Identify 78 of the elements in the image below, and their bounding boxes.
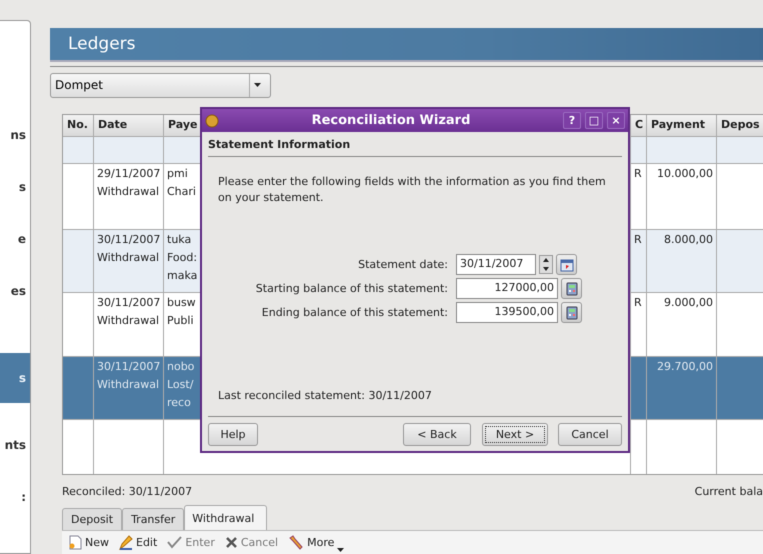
dialog-button[interactable]: Cancel (558, 423, 622, 446)
column-header[interactable]: Depos (717, 114, 763, 136)
sidebar-item[interactable]: e (0, 213, 30, 265)
caret-icon (337, 548, 344, 552)
pencil-icon (119, 535, 133, 550)
dialog-button[interactable]: < Back (403, 423, 471, 446)
dropdown-arrow-icon (254, 83, 260, 88)
table-cell: Withdrawal (97, 378, 160, 391)
sidebar-item[interactable]: ns (0, 109, 30, 161)
table-cell: 29.700,00 (657, 360, 713, 373)
dialog-button[interactable]: Help (208, 423, 258, 446)
calculator-icon (564, 282, 578, 296)
calculator-button[interactable] (561, 302, 582, 323)
last-reconciled-text: Last reconciled statement: 30/11/2007 (218, 389, 433, 404)
table-cell: Withdrawal (97, 314, 160, 327)
field-label: Starting balance of this statement: (254, 282, 448, 295)
table-cell: 9.000,00 (664, 296, 713, 309)
dialog-title: Reconciliation Wizard (310, 113, 472, 128)
amount-field[interactable]: 127000,00 (456, 278, 558, 299)
toolbar-button[interactable]: More (285, 533, 348, 552)
table-cell: 30/11/2007 (97, 232, 160, 246)
table-cell: R (634, 296, 642, 309)
sidebar-item[interactable]: s (0, 161, 30, 213)
table-cell: busw (167, 296, 196, 309)
table-cell: nobo (167, 360, 194, 373)
column-header[interactable]: Date (94, 114, 164, 136)
table-cell: Lost/ (167, 378, 194, 391)
sidebar-item[interactable]: : (0, 471, 30, 523)
table-cell: Chari (167, 184, 196, 198)
toolbar-button[interactable]: New (66, 533, 112, 552)
table-cell: 10.000,00 (657, 166, 713, 180)
table-cell: 30/11/2007 (97, 296, 160, 309)
sidebar-item[interactable]: es (0, 265, 30, 317)
table-cell: R (634, 232, 642, 246)
table-cell: Food: (167, 250, 198, 264)
field-label: Ending balance of this statement: (260, 306, 448, 319)
toolbar-button[interactable]: Edit (116, 533, 160, 552)
new-document-icon (69, 535, 82, 550)
table-cell: tuka (167, 232, 192, 246)
calendar-button[interactable] (556, 254, 577, 275)
sidebar-item[interactable]: nts (0, 419, 30, 471)
amount-field[interactable]: 139500,00 (456, 302, 558, 323)
table-cell: pmi (167, 166, 188, 180)
table-cell: Publi (167, 314, 194, 327)
calendar-icon (560, 258, 574, 272)
column-header[interactable]: Payment (647, 114, 717, 136)
titlebar-button[interactable]: × (607, 112, 625, 129)
date-field[interactable]: 30/11/2007 (456, 254, 536, 275)
calculator-icon (564, 306, 578, 320)
tab[interactable]: Deposit (62, 508, 122, 530)
table-cell: Withdrawal (97, 250, 160, 264)
calculator-button[interactable] (561, 278, 582, 299)
tab[interactable]: Withdrawal (184, 505, 268, 530)
close-icon (224, 536, 238, 550)
table-cell: 29/11/2007 (97, 166, 160, 180)
account-dropdown[interactable]: Dompet (50, 72, 271, 98)
sidebar-item[interactable]: s (0, 353, 30, 403)
section-heading: Statement Information (208, 138, 622, 157)
current-balance-label: Current bala (694, 485, 763, 498)
table-cell: Withdrawal (97, 184, 160, 198)
tab[interactable]: Transfer (122, 508, 184, 530)
spin-buttons-icon[interactable] (539, 255, 553, 274)
table-cell: R (634, 166, 642, 180)
table-cell: 8.000,00 (664, 232, 713, 246)
column-header[interactable]: No. (63, 114, 94, 136)
field-label: Statement date: (357, 258, 448, 271)
dialog-button[interactable]: Next > (482, 423, 548, 446)
column-header[interactable]: C (631, 114, 647, 136)
app-icon (205, 114, 219, 128)
table-cell: reco (167, 396, 191, 409)
table-cell: 30/11/2007 (97, 360, 160, 373)
page-title: Ledgers (68, 34, 136, 54)
titlebar-button[interactable]: ? (563, 112, 581, 129)
checkmark-icon (167, 536, 182, 550)
reconciled-date: Reconciled: 30/11/2007 (62, 485, 192, 498)
titlebar-button[interactable]: □ (585, 112, 603, 129)
instructions: Please enter the following fields with the information as you find them on your statement. (218, 174, 607, 206)
table-cell: maka (167, 268, 198, 282)
